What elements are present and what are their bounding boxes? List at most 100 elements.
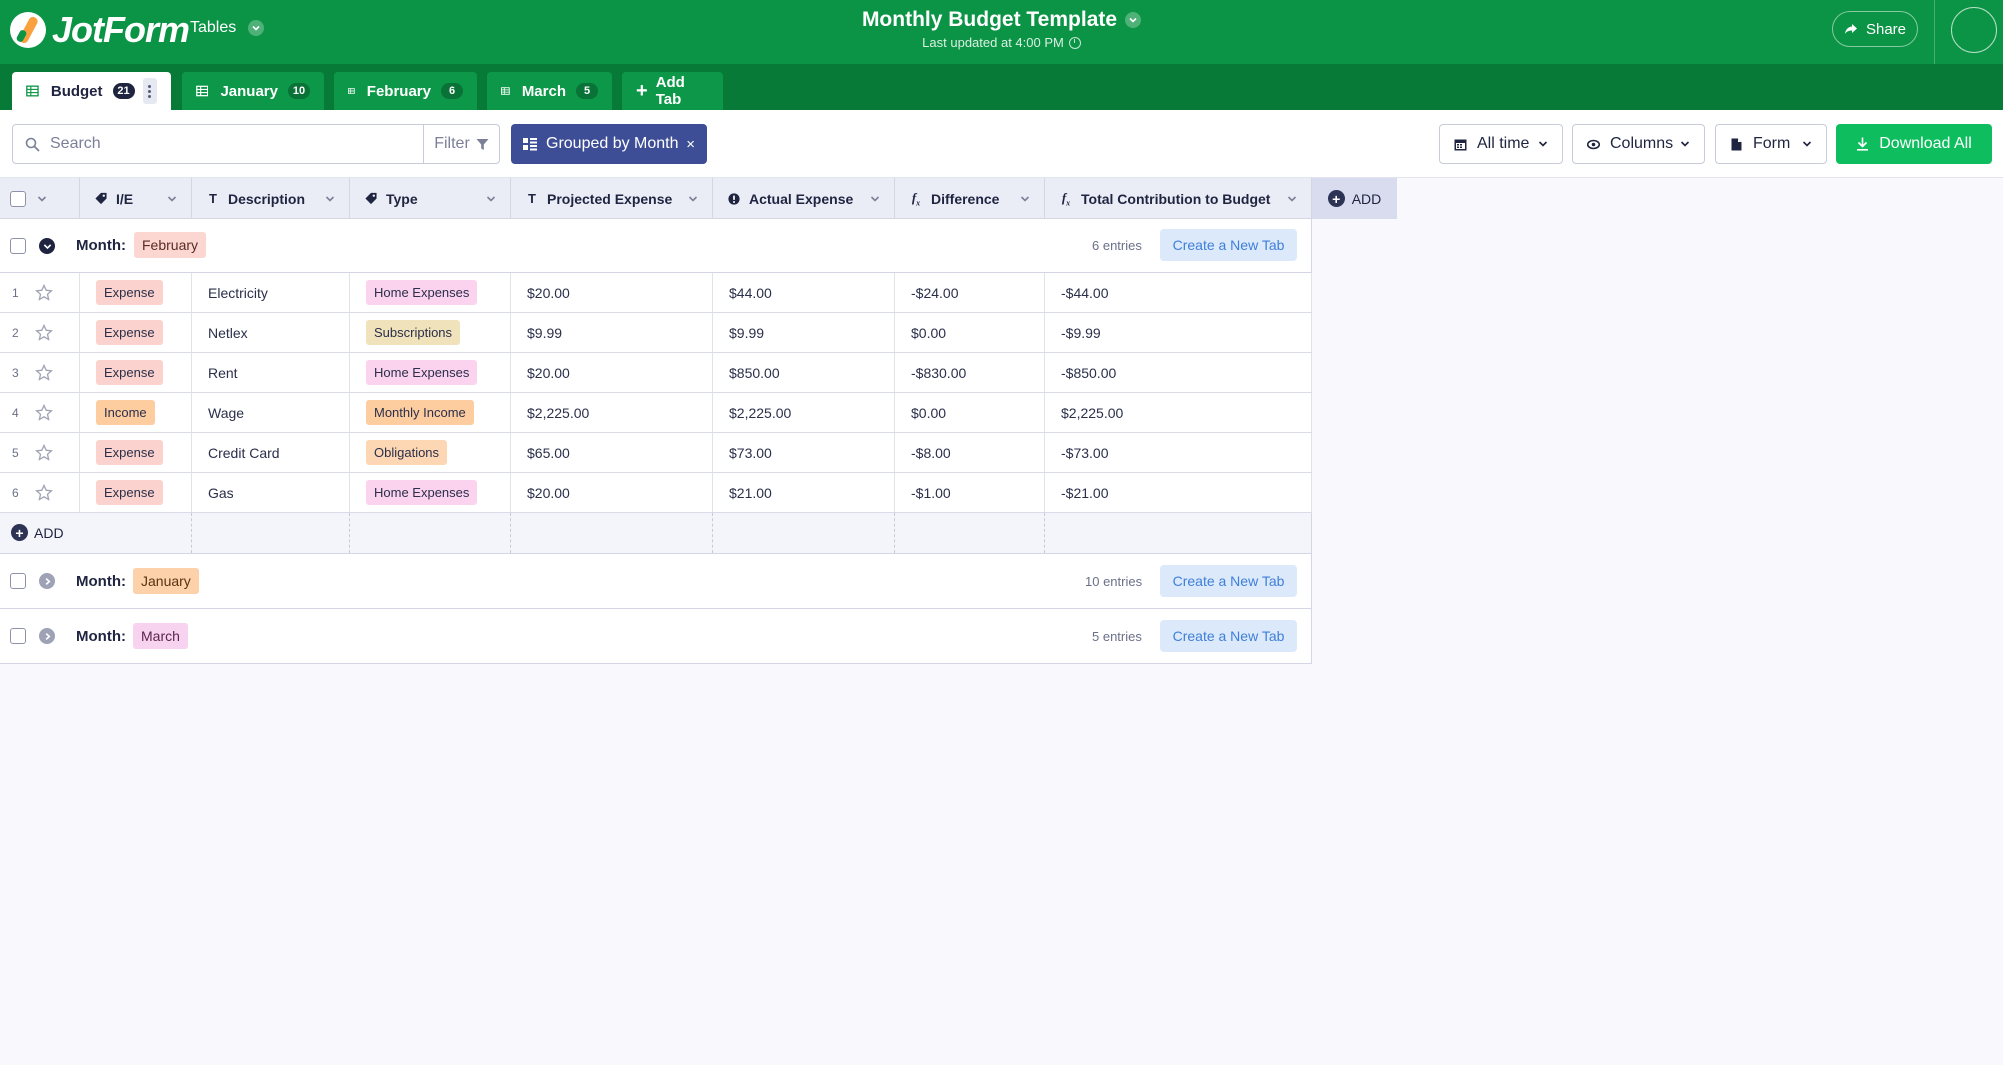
star-icon[interactable]: [34, 363, 53, 382]
time-range-dropdown[interactable]: All time: [1439, 124, 1563, 164]
difference-cell[interactable]: -$8.00: [895, 433, 1045, 472]
description-cell[interactable]: Rent: [192, 353, 350, 392]
group-by-chip[interactable]: Grouped by Month ×: [511, 124, 707, 164]
create-new-tab-button[interactable]: Create a New Tab: [1160, 620, 1297, 652]
empty-cell[interactable]: [511, 513, 713, 553]
chevron-down-icon[interactable]: [36, 194, 48, 204]
difference-cell[interactable]: -$24.00: [895, 273, 1045, 312]
table-row[interactable]: 5 Expense Credit Card Obligations $65.00 $73.…: [0, 433, 1312, 473]
form-dropdown[interactable]: Form: [1715, 124, 1827, 164]
create-new-tab-button[interactable]: Create a New Tab: [1160, 565, 1297, 597]
table-row[interactable]: 2 Expense Netlex Subscriptions $9.99 $9.99 $0.…: [0, 313, 1312, 353]
expand-group-icon[interactable]: [39, 628, 55, 644]
column-header-total-contribution[interactable]: fx Total Contribution to Budget: [1045, 178, 1312, 219]
empty-cell[interactable]: [192, 513, 350, 553]
chevron-down-icon[interactable]: [325, 194, 335, 204]
avatar[interactable]: [1951, 7, 1997, 53]
tab-budget[interactable]: Budget 21: [12, 72, 171, 110]
description-cell[interactable]: Credit Card: [192, 433, 350, 472]
projected-expense-cell[interactable]: $20.00: [511, 473, 713, 512]
more-options-icon[interactable]: [142, 78, 157, 104]
description-cell[interactable]: Netlex: [192, 313, 350, 352]
total-contribution-cell[interactable]: -$850.00: [1045, 353, 1312, 392]
actual-expense-cell[interactable]: $73.00: [713, 433, 895, 472]
ie-cell[interactable]: Expense: [80, 473, 192, 512]
type-cell[interactable]: Home Expenses: [350, 273, 511, 312]
ie-cell[interactable]: Expense: [80, 273, 192, 312]
total-contribution-cell[interactable]: -$21.00: [1045, 473, 1312, 512]
actual-expense-cell[interactable]: $2,225.00: [713, 393, 895, 432]
tab-march[interactable]: March 5: [487, 72, 612, 110]
add-tab-button[interactable]: + Add Tab: [622, 72, 723, 110]
chevron-down-icon[interactable]: [1287, 194, 1297, 204]
star-icon[interactable]: [34, 443, 53, 462]
remove-group-icon[interactable]: ×: [686, 136, 695, 153]
description-cell[interactable]: Wage: [192, 393, 350, 432]
actual-expense-cell[interactable]: $21.00: [713, 473, 895, 512]
ie-cell[interactable]: Expense: [80, 353, 192, 392]
empty-cell[interactable]: [350, 513, 511, 553]
type-cell[interactable]: Home Expenses: [350, 353, 511, 392]
difference-cell[interactable]: -$830.00: [895, 353, 1045, 392]
projected-expense-cell[interactable]: $2,225.00: [511, 393, 713, 432]
download-all-button[interactable]: Download All: [1836, 124, 1992, 164]
select-all-checkbox[interactable]: [10, 190, 26, 207]
table-row[interactable]: 3 Expense Rent Home Expenses $20.00 $850.00 -$…: [0, 353, 1312, 393]
column-header-description[interactable]: T Description: [192, 178, 350, 219]
total-contribution-cell[interactable]: -$44.00: [1045, 273, 1312, 312]
chevron-down-icon[interactable]: [688, 194, 698, 204]
column-header-type[interactable]: Type: [350, 178, 511, 219]
ie-cell[interactable]: Expense: [80, 433, 192, 472]
chevron-down-icon[interactable]: [870, 194, 880, 204]
star-icon[interactable]: [34, 483, 53, 502]
table-row[interactable]: 6 Expense Gas Home Expenses $20.00 $21.00 -$1.…: [0, 473, 1312, 513]
add-column-button[interactable]: + ADD: [1312, 178, 1397, 219]
chevron-down-icon[interactable]: [486, 194, 496, 204]
description-cell[interactable]: Electricity: [192, 273, 350, 312]
tab-february[interactable]: February 6: [334, 72, 477, 110]
empty-cell[interactable]: [895, 513, 1045, 553]
projected-expense-cell[interactable]: $65.00: [511, 433, 713, 472]
chevron-down-icon[interactable]: [1020, 194, 1030, 204]
ie-cell[interactable]: Expense: [80, 313, 192, 352]
type-cell[interactable]: Obligations: [350, 433, 511, 472]
difference-cell[interactable]: $0.00: [895, 393, 1045, 432]
total-contribution-cell[interactable]: -$73.00: [1045, 433, 1312, 472]
group-checkbox[interactable]: [10, 628, 26, 644]
empty-cell[interactable]: [80, 513, 192, 553]
table-title-menu[interactable]: Monthly Budget Template: [862, 8, 1142, 32]
group-checkbox[interactable]: [10, 573, 26, 589]
star-icon[interactable]: [34, 283, 53, 302]
search-input[interactable]: [50, 135, 410, 153]
ie-cell[interactable]: Income: [80, 393, 192, 432]
table-row[interactable]: 4 Income Wage Monthly Income $2,225.00 $2,225…: [0, 393, 1312, 433]
projected-expense-cell[interactable]: $20.00: [511, 353, 713, 392]
total-contribution-cell[interactable]: $2,225.00: [1045, 393, 1312, 432]
actual-expense-cell[interactable]: $850.00: [713, 353, 895, 392]
projected-expense-cell[interactable]: $9.99: [511, 313, 713, 352]
expand-group-icon[interactable]: [39, 573, 55, 589]
collapse-group-icon[interactable]: [39, 238, 55, 254]
column-header-difference[interactable]: fx Difference: [895, 178, 1045, 219]
create-new-tab-button[interactable]: Create a New Tab: [1160, 229, 1297, 261]
add-row-button[interactable]: + ADD: [11, 524, 64, 541]
empty-cell[interactable]: [713, 513, 895, 553]
column-header-actual-expense[interactable]: Actual Expense: [713, 178, 895, 219]
group-checkbox[interactable]: [10, 238, 26, 254]
chevron-down-icon[interactable]: [167, 194, 177, 204]
difference-cell[interactable]: -$1.00: [895, 473, 1045, 512]
table-row[interactable]: 1 Expense Electricity Home Expenses $20.00 $4…: [0, 273, 1312, 313]
projected-expense-cell[interactable]: $20.00: [511, 273, 713, 312]
actual-expense-cell[interactable]: $44.00: [713, 273, 895, 312]
type-cell[interactable]: Subscriptions: [350, 313, 511, 352]
tab-january[interactable]: January 10: [182, 72, 324, 110]
columns-dropdown[interactable]: Columns: [1572, 124, 1705, 164]
share-button[interactable]: Share: [1832, 11, 1918, 47]
star-icon[interactable]: [34, 403, 53, 422]
column-header-projected-expense[interactable]: T Projected Expense: [511, 178, 713, 219]
type-cell[interactable]: Home Expenses: [350, 473, 511, 512]
difference-cell[interactable]: $0.00: [895, 313, 1045, 352]
actual-expense-cell[interactable]: $9.99: [713, 313, 895, 352]
description-cell[interactable]: Gas: [192, 473, 350, 512]
total-contribution-cell[interactable]: -$9.99: [1045, 313, 1312, 352]
